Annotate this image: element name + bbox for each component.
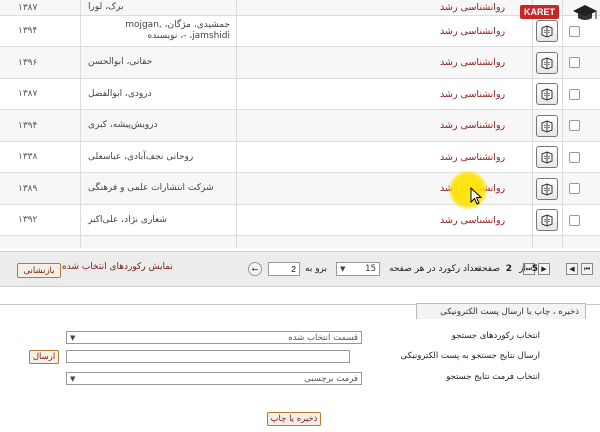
next-page-button[interactable]: ▶	[538, 263, 550, 275]
email-label: ارسال نتایج جستجو به پست الکترونیکی	[400, 351, 540, 361]
select-checkbox[interactable]	[566, 79, 582, 109]
book-icon[interactable]	[535, 142, 559, 172]
pagination-bar: ⏮ ◀ ▶ ⏭ صفحه 2 از 5 تعداد رکورد در هر صف…	[0, 251, 600, 287]
author-cell: شرکت انتشارات علمی و فرهنگی	[88, 183, 214, 193]
per-page-value: 15	[365, 264, 376, 274]
year-cell: ۱۳۹۲	[18, 215, 38, 225]
select-checkbox[interactable]	[566, 142, 582, 172]
select-checkbox[interactable]	[566, 111, 582, 141]
email-input[interactable]	[66, 350, 350, 363]
year-cell: ۱۳۸۷	[18, 2, 38, 13]
title-link[interactable]: روانشناسی رشد	[440, 205, 530, 235]
table-row: ۱۳۹۲ شعاری نژاد، علی‌اکبر روانشناسی رشد	[0, 205, 600, 236]
author-cell: جمشیدی، مژگان، mojgan, jamshidi، -، نویس…	[125, 20, 230, 41]
chevron-down-icon: ▼	[340, 265, 346, 273]
select-checkbox[interactable]	[566, 205, 582, 235]
author-cell: درویش‌پیشه، کبری	[88, 120, 158, 130]
author-cell: حقانی، ابوالحسن	[88, 57, 153, 67]
logo-text: KARET	[520, 5, 559, 19]
year-cell: ۱۳۸۹	[18, 183, 38, 194]
format-dropdown[interactable]: فرمت برچسبی ▼	[66, 372, 362, 385]
select-checkbox[interactable]	[566, 48, 582, 78]
chevron-down-icon: ▼	[70, 374, 76, 383]
table-row: ۱۳۸۷ برک، لورا روانشناسی رشد	[0, 0, 600, 16]
mouse-pointer-icon	[470, 187, 482, 205]
title-link[interactable]: روانشناسی رشد	[440, 142, 530, 172]
year-cell: ۱۳۹۶	[18, 57, 38, 68]
goto-label: برو به	[305, 264, 328, 274]
author-cell: روحانی نجف‌آبادی، عباسعلی	[88, 151, 194, 162]
select-records-label: انتخاب رکوردهای جستجو	[451, 331, 540, 341]
karet-logo: KARET	[520, 2, 598, 24]
cursor-highlight	[448, 170, 488, 210]
save-print-button[interactable]: ذخیره یا چاپ	[267, 412, 321, 426]
table-row: ۱۳۹۴ جمشیدی، مژگان، mojgan, jamshidi، -، …	[0, 16, 600, 47]
column-divider	[236, 0, 237, 248]
title-link[interactable]: روانشناسی رشد	[440, 79, 530, 109]
author-cell: شعاری نژاد، علی‌اکبر	[88, 214, 167, 225]
table-row: ۱۳۸۹شرکت انتشارات علمی و فرهنگیروانشناسی…	[0, 173, 600, 205]
select-records-dropdown[interactable]: قسمت انتخاب شده ▼	[66, 331, 362, 344]
per-page-select[interactable]: ▼ 15	[336, 262, 380, 276]
author-cell: درودی، ابوالفضل	[88, 88, 152, 99]
reset-button[interactable]: بازنشانی	[17, 263, 61, 278]
of-label: از	[519, 264, 526, 274]
year-cell: ۱۳۹۴	[18, 26, 38, 36]
first-page-button[interactable]: ⏮	[581, 263, 593, 275]
book-icon[interactable]	[535, 205, 559, 235]
author-cell: برک، لورا	[88, 2, 124, 12]
go-arrow-button[interactable]: ←	[248, 262, 262, 276]
format-value: فرمت برچسبی	[304, 373, 358, 384]
tab-save-print-email[interactable]: ذخیره ، چاپ یا ارسال پست الکترونیکی	[416, 303, 586, 319]
graduation-cap-icon	[573, 5, 597, 20]
book-icon[interactable]	[535, 111, 559, 141]
select-checkbox[interactable]	[566, 174, 582, 204]
format-label: انتخاب فرمت نتایج جستجو	[446, 372, 540, 382]
table-row: ۱۳۳۸ روحانی نجف‌آبادی، عباسعلی روانشناسی ر…	[0, 142, 600, 173]
prev-page-button[interactable]: ◀	[566, 263, 578, 275]
chevron-down-icon: ▼	[70, 333, 76, 342]
table-row: ۱۳۹۴ درویش‌پیشه، کبری روانشناسی رشد	[0, 110, 600, 142]
book-icon[interactable]	[535, 48, 559, 78]
per-page-label: تعداد رکورد در هر صفحه	[389, 264, 482, 274]
title-link[interactable]: روانشناسی رشد	[440, 111, 530, 141]
total-pages: 5	[531, 264, 538, 274]
title-link[interactable]: روانشناسی رشد	[440, 16, 530, 46]
goto-page-input[interactable]	[268, 262, 300, 276]
year-cell: ۱۳۸۷	[18, 89, 38, 99]
title-link[interactable]: روانشناسی رشد	[440, 0, 530, 15]
table-row: ۱۳۹۶ حقانی، ابوالحسن روانشناسی رشد	[0, 47, 600, 79]
book-icon[interactable]	[535, 79, 559, 109]
year-cell: ۱۳۹۴	[18, 120, 38, 131]
current-page: 2	[505, 264, 512, 274]
column-divider	[562, 0, 563, 248]
column-divider	[532, 0, 533, 248]
year-cell: ۱۳۳۸	[18, 152, 38, 162]
show-selected-link[interactable]: نمایش رکوردهای انتخاب شده	[62, 262, 173, 275]
select-records-value: قسمت انتخاب شده	[288, 332, 358, 343]
send-button[interactable]: ارسال	[29, 350, 59, 364]
book-icon[interactable]	[535, 174, 559, 204]
results-table: ۱۳۸۷ برک، لورا روانشناسی رشد ۱۳۹۴ جمشیدی، مژ…	[0, 0, 600, 248]
table-row: ۱۳۸۷ درودی، ابوالفضل روانشناسی رشد	[0, 79, 600, 110]
title-link[interactable]: روانشناسی رشد	[440, 48, 530, 78]
column-divider	[80, 0, 81, 248]
